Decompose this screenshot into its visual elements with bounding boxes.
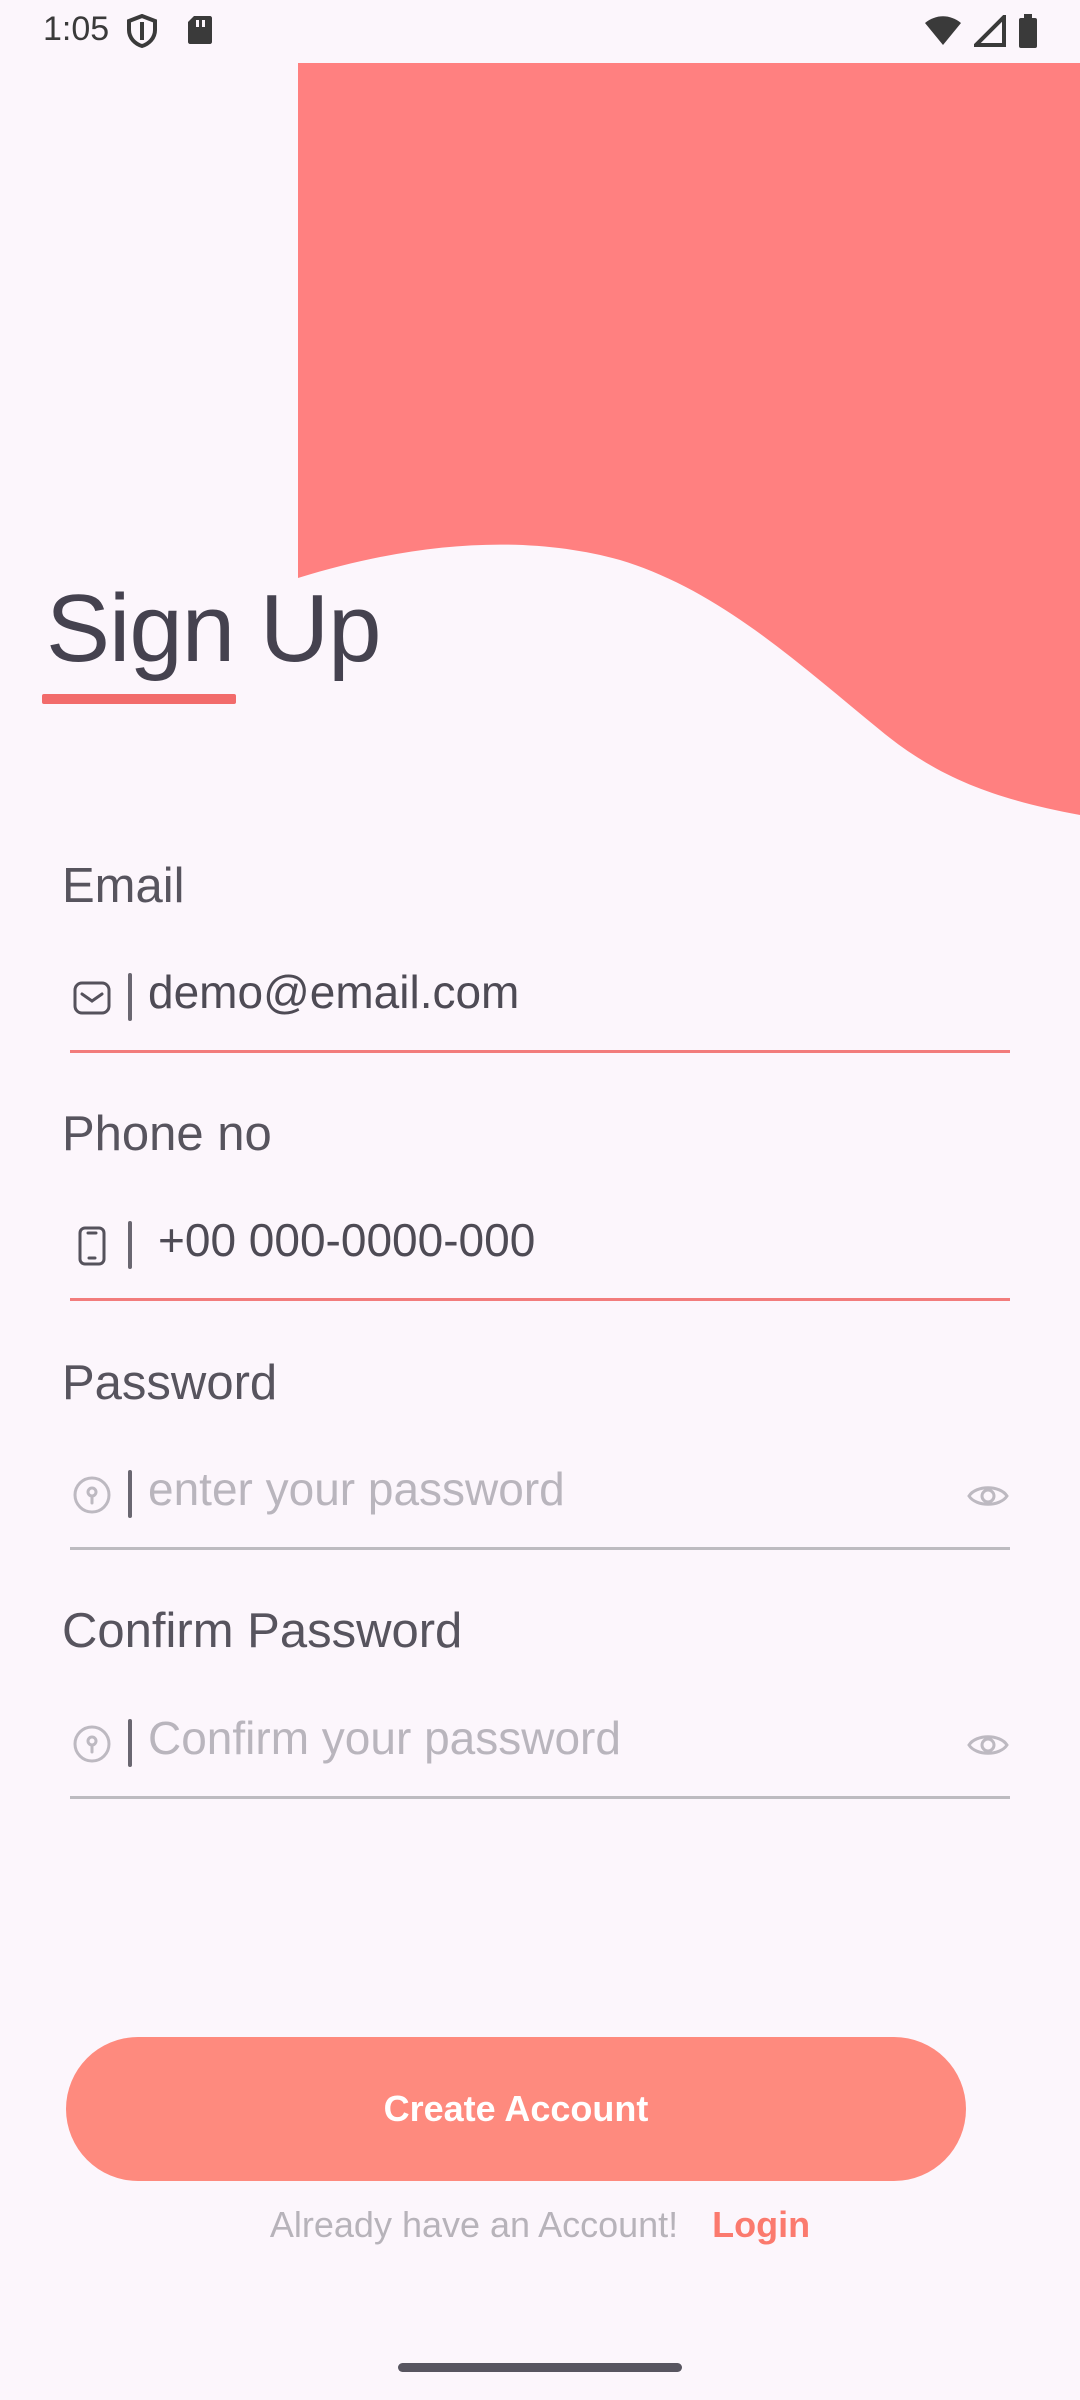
shield-icon <box>126 14 158 48</box>
confirm-password-field[interactable]: Confirm your password <box>70 1689 1010 1799</box>
battery-icon <box>1018 14 1038 48</box>
phone-underline <box>70 1298 1010 1301</box>
signal-icon <box>974 15 1006 47</box>
confirm-password-label: Confirm Password <box>62 1604 463 1658</box>
sd-card-icon <box>186 14 214 48</box>
input-divider <box>128 1719 132 1767</box>
title-underline <box>42 694 236 704</box>
password-placeholder[interactable]: enter your password <box>148 1462 565 1516</box>
password-underline <box>70 1547 1010 1550</box>
mail-icon <box>70 973 114 1023</box>
password-label: Password <box>62 1356 278 1410</box>
email-field[interactable]: demo@email.com <box>70 943 1010 1053</box>
email-label: Email <box>62 859 185 913</box>
key-icon <box>70 1719 114 1769</box>
input-cursor <box>128 973 132 1021</box>
email-value[interactable]: demo@email.com <box>148 965 519 1019</box>
login-prompt: Already have an Account! Login <box>0 2204 1080 2246</box>
login-link[interactable]: Login <box>712 2204 810 2246</box>
page-title: Sign Up <box>46 575 382 682</box>
phone-value[interactable]: +00 000-0000-000 <box>158 1213 535 1267</box>
status-time: 1:05 <box>43 10 110 48</box>
eye-icon[interactable] <box>966 1723 1010 1767</box>
key-icon <box>70 1470 114 1520</box>
phone-label: Phone no <box>62 1107 272 1161</box>
decorative-wave <box>298 63 1080 815</box>
signup-screen: 1:05 Sign Up Email demo@email.com Phone … <box>0 0 1080 2400</box>
home-indicator[interactable] <box>398 2363 682 2372</box>
password-field[interactable]: enter your password <box>70 1440 1010 1550</box>
phone-icon <box>70 1221 114 1271</box>
status-bar: 1:05 <box>0 0 1080 63</box>
create-account-button[interactable]: Create Account <box>66 2037 966 2181</box>
input-divider <box>128 1221 132 1269</box>
confirm-password-underline <box>70 1796 1010 1799</box>
phone-field[interactable]: +00 000-0000-000 <box>70 1191 1010 1301</box>
wifi-icon <box>924 15 962 47</box>
create-account-label: Create Account <box>383 2088 649 2129</box>
email-underline <box>70 1050 1010 1053</box>
eye-icon[interactable] <box>966 1474 1010 1518</box>
input-divider <box>128 1470 132 1518</box>
confirm-password-placeholder[interactable]: Confirm your password <box>148 1711 621 1765</box>
already-account-text: Already have an Account! <box>269 2204 679 2245</box>
